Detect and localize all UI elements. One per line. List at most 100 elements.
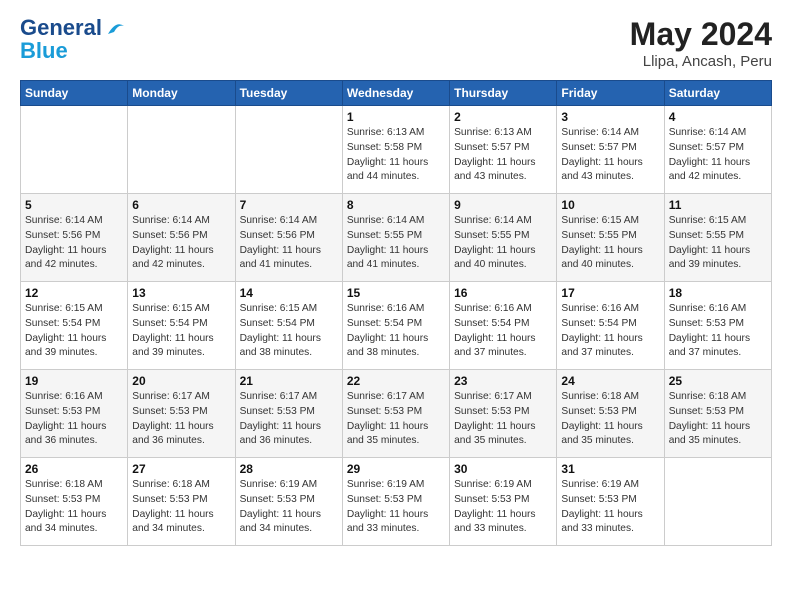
day-info: Sunrise: 6:14 AMSunset: 5:56 PMDaylight:…	[132, 214, 230, 273]
week-row-4: 19 Sunrise: 6:16 AMSunset: 5:53 PMDayligh…	[21, 370, 772, 458]
weekday-header-row: SundayMondayTuesdayWednesdayThursdayFrid…	[21, 81, 772, 106]
day-cell: 12 Sunrise: 6:15 AMSunset: 5:54 PMDayligh…	[21, 282, 128, 370]
day-info: Sunrise: 6:19 AMSunset: 5:53 PMDaylight:…	[561, 478, 659, 537]
day-info: Sunrise: 6:17 AMSunset: 5:53 PMDaylight:…	[132, 390, 230, 449]
day-cell: 15Sunrise: 6:16 AMSunset: 5:54 PMDayligh…	[342, 282, 449, 370]
day-cell: 3 Sunrise: 6:14 AMSunset: 5:57 PMDaylight…	[557, 106, 664, 194]
day-number: 28	[240, 462, 338, 476]
week-row-2: 5 Sunrise: 6:14 AMSunset: 5:56 PMDaylight…	[21, 194, 772, 282]
day-info: Sunrise: 6:18 AMSunset: 5:53 PMDaylight:…	[669, 390, 767, 449]
day-info: Sunrise: 6:14 AMSunset: 5:57 PMDaylight:…	[561, 126, 659, 185]
day-info: Sunrise: 6:15 AMSunset: 5:54 PMDaylight:…	[25, 302, 123, 361]
calendar: SundayMondayTuesdayWednesdayThursdayFrid…	[20, 80, 772, 546]
day-cell: 14 Sunrise: 6:15 AMSunset: 5:54 PMDayligh…	[235, 282, 342, 370]
logo-text: General	[20, 17, 102, 39]
logo-icon	[104, 16, 128, 40]
weekday-header-friday: Friday	[557, 81, 664, 106]
day-number: 5	[25, 198, 123, 212]
weekday-header-wednesday: Wednesday	[342, 81, 449, 106]
day-info: Sunrise: 6:17 AMSunset: 5:53 PMDaylight:…	[240, 390, 338, 449]
day-cell: 28 Sunrise: 6:19 AMSunset: 5:53 PMDayligh…	[235, 458, 342, 546]
day-number: 14	[240, 286, 338, 300]
weekday-header-tuesday: Tuesday	[235, 81, 342, 106]
day-info: Sunrise: 6:14 AMSunset: 5:55 PMDaylight:…	[454, 214, 552, 273]
day-number: 26	[25, 462, 123, 476]
header: General Blue May 2024 Llipa, Ancash, Per…	[20, 16, 772, 70]
day-number: 21	[240, 374, 338, 388]
week-row-5: 26 Sunrise: 6:18 AMSunset: 5:53 PMDayligh…	[21, 458, 772, 546]
day-number: 7	[240, 198, 338, 212]
page: General Blue May 2024 Llipa, Ancash, Per…	[0, 0, 792, 612]
day-cell: 10Sunrise: 6:15 AMSunset: 5:55 PMDayligh…	[557, 194, 664, 282]
day-info: Sunrise: 6:13 AMSunset: 5:58 PMDaylight:…	[347, 126, 445, 185]
day-number: 13	[132, 286, 230, 300]
day-info: Sunrise: 6:14 AMSunset: 5:55 PMDaylight:…	[347, 214, 445, 273]
day-number: 8	[347, 198, 445, 212]
weekday-header-sunday: Sunday	[21, 81, 128, 106]
day-number: 19	[25, 374, 123, 388]
day-number: 27	[132, 462, 230, 476]
day-number: 11	[669, 198, 767, 212]
month-year: May 2024	[630, 16, 772, 53]
day-cell: 31Sunrise: 6:19 AMSunset: 5:53 PMDayligh…	[557, 458, 664, 546]
day-number: 22	[347, 374, 445, 388]
day-info: Sunrise: 6:18 AMSunset: 5:53 PMDaylight:…	[25, 478, 123, 537]
day-cell: 1 Sunrise: 6:13 AMSunset: 5:58 PMDaylight…	[342, 106, 449, 194]
day-number: 6	[132, 198, 230, 212]
day-info: Sunrise: 6:16 AMSunset: 5:54 PMDaylight:…	[561, 302, 659, 361]
day-cell: 29Sunrise: 6:19 AMSunset: 5:53 PMDayligh…	[342, 458, 449, 546]
day-info: Sunrise: 6:18 AMSunset: 5:53 PMDaylight:…	[132, 478, 230, 537]
day-number: 17	[561, 286, 659, 300]
day-info: Sunrise: 6:15 AMSunset: 5:55 PMDaylight:…	[561, 214, 659, 273]
day-number: 30	[454, 462, 552, 476]
weekday-header-saturday: Saturday	[664, 81, 771, 106]
day-info: Sunrise: 6:19 AMSunset: 5:53 PMDaylight:…	[347, 478, 445, 537]
location: Llipa, Ancash, Peru	[630, 53, 772, 70]
day-cell: 7 Sunrise: 6:14 AMSunset: 5:56 PMDaylight…	[235, 194, 342, 282]
week-row-3: 12 Sunrise: 6:15 AMSunset: 5:54 PMDayligh…	[21, 282, 772, 370]
day-info: Sunrise: 6:15 AMSunset: 5:54 PMDaylight:…	[132, 302, 230, 361]
day-cell: 19 Sunrise: 6:16 AMSunset: 5:53 PMDayligh…	[21, 370, 128, 458]
day-cell: 6 Sunrise: 6:14 AMSunset: 5:56 PMDaylight…	[128, 194, 235, 282]
day-info: Sunrise: 6:16 AMSunset: 5:53 PMDaylight:…	[25, 390, 123, 449]
day-cell	[128, 106, 235, 194]
day-number: 20	[132, 374, 230, 388]
day-number: 9	[454, 198, 552, 212]
day-info: Sunrise: 6:15 AMSunset: 5:54 PMDaylight:…	[240, 302, 338, 361]
day-number: 1	[347, 110, 445, 124]
day-info: Sunrise: 6:14 AMSunset: 5:56 PMDaylight:…	[240, 214, 338, 273]
week-row-1: 1 Sunrise: 6:13 AMSunset: 5:58 PMDaylight…	[21, 106, 772, 194]
day-cell: 22 Sunrise: 6:17 AMSunset: 5:53 PMDayligh…	[342, 370, 449, 458]
logo-blue-text: Blue	[20, 40, 68, 62]
day-info: Sunrise: 6:16 AMSunset: 5:54 PMDaylight:…	[454, 302, 552, 361]
day-info: Sunrise: 6:19 AMSunset: 5:53 PMDaylight:…	[240, 478, 338, 537]
title-block: May 2024 Llipa, Ancash, Peru	[630, 16, 772, 70]
day-cell: 27 Sunrise: 6:18 AMSunset: 5:53 PMDayligh…	[128, 458, 235, 546]
day-cell: 2Sunrise: 6:13 AMSunset: 5:57 PMDaylight…	[450, 106, 557, 194]
day-number: 16	[454, 286, 552, 300]
day-cell: 30 Sunrise: 6:19 AMSunset: 5:53 PMDayligh…	[450, 458, 557, 546]
day-number: 12	[25, 286, 123, 300]
day-info: Sunrise: 6:17 AMSunset: 5:53 PMDaylight:…	[347, 390, 445, 449]
logo: General Blue	[20, 16, 128, 62]
day-cell: 8 Sunrise: 6:14 AMSunset: 5:55 PMDaylight…	[342, 194, 449, 282]
day-cell: 5Sunrise: 6:14 AMSunset: 5:56 PMDaylight…	[21, 194, 128, 282]
day-number: 3	[561, 110, 659, 124]
day-info: Sunrise: 6:16 AMSunset: 5:53 PMDaylight:…	[669, 302, 767, 361]
day-cell	[664, 458, 771, 546]
day-number: 24	[561, 374, 659, 388]
day-cell: 11Sunrise: 6:15 AMSunset: 5:55 PMDayligh…	[664, 194, 771, 282]
day-info: Sunrise: 6:13 AMSunset: 5:57 PMDaylight:…	[454, 126, 552, 185]
day-cell: 13 Sunrise: 6:15 AMSunset: 5:54 PMDayligh…	[128, 282, 235, 370]
day-info: Sunrise: 6:17 AMSunset: 5:53 PMDaylight:…	[454, 390, 552, 449]
weekday-header-monday: Monday	[128, 81, 235, 106]
day-info: Sunrise: 6:16 AMSunset: 5:54 PMDaylight:…	[347, 302, 445, 361]
day-info: Sunrise: 6:19 AMSunset: 5:53 PMDaylight:…	[454, 478, 552, 537]
day-cell	[21, 106, 128, 194]
day-cell: 9 Sunrise: 6:14 AMSunset: 5:55 PMDaylight…	[450, 194, 557, 282]
day-number: 18	[669, 286, 767, 300]
day-info: Sunrise: 6:18 AMSunset: 5:53 PMDaylight:…	[561, 390, 659, 449]
day-cell: 16 Sunrise: 6:16 AMSunset: 5:54 PMDayligh…	[450, 282, 557, 370]
day-number: 25	[669, 374, 767, 388]
day-cell	[235, 106, 342, 194]
